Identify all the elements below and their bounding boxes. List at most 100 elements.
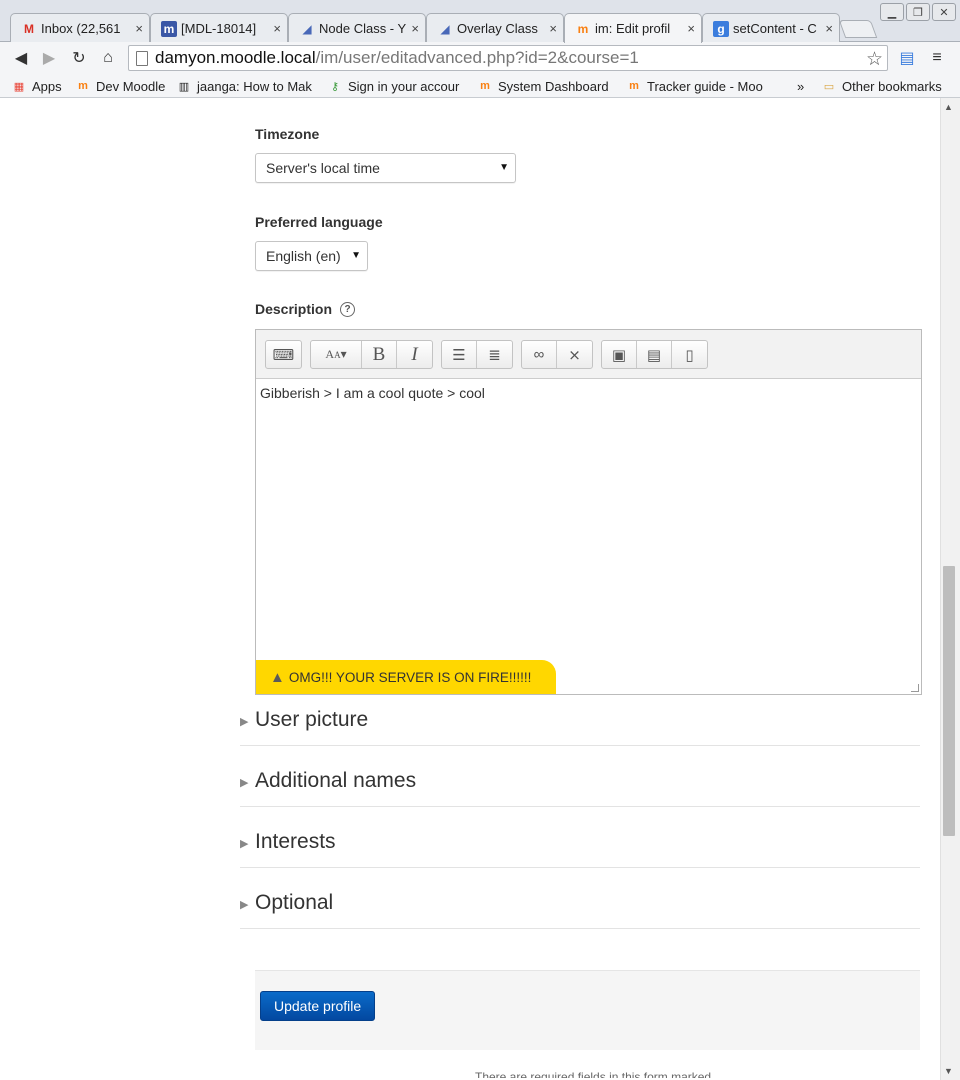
tab-label: Node Class - Y bbox=[319, 21, 407, 36]
extension-icon[interactable]: ▤ bbox=[896, 47, 918, 69]
page-icon bbox=[136, 51, 148, 66]
tab-label: im: Edit profil bbox=[595, 21, 671, 36]
bookmark-star-icon[interactable]: ☆ bbox=[866, 48, 883, 70]
tab-edit-profile[interactable]: m im: Edit profil × bbox=[564, 13, 702, 43]
minimize-icon[interactable]: ▁ bbox=[880, 3, 904, 21]
bookmarks-bar: ▦ Apps m Dev Moodle ▥ jaanga: How to Mak… bbox=[0, 74, 960, 98]
expand-triangle-icon: ▶ bbox=[240, 838, 249, 850]
tab-label: Inbox (22,561 bbox=[41, 21, 121, 36]
moodle-icon: m bbox=[577, 21, 589, 36]
section-interests[interactable]: ▶ Interests bbox=[240, 826, 920, 868]
toolbar-group-lists: ☰ ≣ bbox=[441, 340, 513, 369]
key-icon: ⚷ bbox=[330, 80, 340, 93]
tab-setcontent[interactable]: g setContent - C × bbox=[702, 13, 840, 43]
section-optional[interactable]: ▶ Optional bbox=[240, 887, 920, 929]
tab-inbox[interactable]: M Inbox (22,561 × bbox=[10, 13, 150, 43]
moodle-tracker-icon: m bbox=[161, 20, 177, 37]
other-bookmarks[interactable]: ▭ Other bookmarks bbox=[822, 78, 942, 94]
bookmark-jaanga[interactable]: ▥ jaanga: How to Mak bbox=[177, 78, 317, 94]
bookmark-apps[interactable]: ▦ Apps bbox=[12, 78, 62, 94]
timezone-select[interactable]: Server's local time ▼ bbox=[255, 153, 516, 183]
tab-mdl-18014[interactable]: m [MDL-18014] × bbox=[150, 13, 288, 43]
close-icon[interactable]: × bbox=[273, 21, 281, 36]
moodle-icon: m bbox=[480, 80, 490, 92]
gmail-icon: M bbox=[24, 21, 34, 36]
reload-icon[interactable]: ↻ bbox=[68, 47, 90, 69]
address-host: damyon.moodle.local bbox=[155, 48, 316, 67]
bookmarks-overflow-button[interactable]: » bbox=[797, 78, 804, 94]
description-label: Description bbox=[255, 301, 333, 317]
scrollbar-thumb[interactable] bbox=[943, 566, 955, 836]
close-icon[interactable]: × bbox=[411, 21, 419, 36]
section-title: Interests bbox=[255, 830, 336, 853]
bookmark-dev-moodle[interactable]: m Dev Moodle bbox=[76, 78, 165, 94]
scroll-up-icon[interactable]: ▲ bbox=[944, 102, 953, 112]
bookmark-label: System Dashboard bbox=[498, 78, 609, 94]
moodle-icon: m bbox=[78, 80, 88, 92]
page-viewport: Timezone Server's local time ▼ Preferred… bbox=[0, 98, 940, 1080]
italic-icon[interactable]: I bbox=[397, 341, 432, 368]
window-close-icon[interactable]: ✕ bbox=[932, 3, 956, 21]
link-icon[interactable]: ∞ bbox=[522, 341, 557, 368]
bookmark-system-dashboard[interactable]: m System Dashboard bbox=[478, 78, 609, 94]
keyboard-icon[interactable]: ⌨ bbox=[266, 341, 301, 368]
barcode-icon: ▥ bbox=[178, 80, 190, 93]
page-scrollbar[interactable]: ▲ ▼ bbox=[940, 98, 960, 1080]
section-title: Additional names bbox=[255, 769, 417, 792]
section-additional-names[interactable]: ▶ Additional names bbox=[240, 765, 920, 807]
tab-label: [MDL-18014] bbox=[181, 21, 257, 36]
resize-handle-icon[interactable] bbox=[911, 684, 919, 692]
section-title: Optional bbox=[255, 891, 334, 914]
menu-icon[interactable]: ≡ bbox=[926, 47, 948, 69]
form-actions: Update profile bbox=[255, 970, 920, 1050]
section-user-picture[interactable]: ▶ User picture bbox=[240, 704, 920, 746]
bookmark-tracker-guide[interactable]: m Tracker guide - Moo bbox=[627, 78, 767, 94]
unlink-icon[interactable]: ⨯ bbox=[557, 341, 592, 368]
bold-icon[interactable]: B bbox=[362, 341, 397, 368]
dropdown-caret-icon: ▼ bbox=[499, 162, 509, 173]
toolbar-group-links: ∞ ⨯ bbox=[521, 340, 593, 369]
ordered-list-icon[interactable]: ≣ bbox=[477, 341, 512, 368]
bookmark-label: Apps bbox=[32, 78, 62, 94]
address-bar[interactable]: damyon.moodle.local/im/user/editadvanced… bbox=[128, 45, 888, 71]
address-path: /im/user/editadvanced.php?id=2&course=1 bbox=[315, 48, 639, 67]
help-icon[interactable]: ? bbox=[340, 301, 356, 317]
bookmark-label: Sign in your accour bbox=[348, 78, 460, 94]
scroll-down-icon[interactable]: ▼ bbox=[944, 1066, 953, 1076]
media-icon[interactable]: ▤ bbox=[637, 341, 672, 368]
timezone-value: Server's local time bbox=[266, 160, 380, 176]
tab-label: Overlay Class bbox=[457, 21, 538, 36]
close-icon[interactable]: × bbox=[687, 21, 695, 36]
editor-content[interactable]: Gibberish > I am a cool quote > cool bbox=[260, 385, 485, 401]
moodle-icon: m bbox=[629, 80, 639, 92]
home-icon[interactable]: ⌂ bbox=[97, 47, 119, 69]
bookmark-sign-in[interactable]: ⚷ Sign in your accour bbox=[328, 78, 466, 94]
toolbar-group-style: A A ▾ B I bbox=[310, 340, 433, 369]
close-icon[interactable]: × bbox=[135, 21, 143, 36]
update-profile-button[interactable]: Update profile bbox=[260, 991, 376, 1021]
toolbar-group-collapse: ⌨ bbox=[265, 340, 302, 369]
image-icon[interactable]: ▣ bbox=[602, 341, 637, 368]
yui-icon: ◢ bbox=[302, 21, 312, 36]
tab-node-class[interactable]: ◢ Node Class - Y × bbox=[288, 13, 426, 43]
warning-banner: ▲ OMG!!! YOUR SERVER IS ON FIRE!!!!!! bbox=[256, 660, 556, 694]
dropdown-caret-icon: ▼ bbox=[351, 250, 361, 261]
tab-overlay-class[interactable]: ◢ Overlay Class × bbox=[426, 13, 564, 43]
unordered-list-icon[interactable]: ☰ bbox=[442, 341, 477, 368]
expand-triangle-icon: ▶ bbox=[240, 777, 249, 789]
editor-toolbar: ⌨ A A ▾ B I ☰ ≣ ∞ ⨯ ▣ ▤ ▯ bbox=[256, 330, 921, 379]
back-arrow-icon[interactable]: ◀ bbox=[10, 47, 32, 69]
close-icon[interactable]: × bbox=[549, 21, 557, 36]
restore-icon[interactable]: ❐ bbox=[906, 3, 930, 21]
forward-arrow-icon[interactable]: ▶ bbox=[38, 47, 60, 69]
description-editor: ⌨ A A ▾ B I ☰ ≣ ∞ ⨯ ▣ ▤ ▯ Gibberish > I am… bbox=[255, 329, 922, 695]
font-style-icon[interactable]: A A ▾ bbox=[311, 341, 362, 368]
close-icon[interactable]: × bbox=[825, 21, 833, 36]
language-select[interactable]: English (en) ▼ bbox=[255, 241, 368, 271]
language-value: English (en) bbox=[266, 248, 341, 264]
new-tab-button[interactable] bbox=[838, 20, 878, 38]
bookmark-label: jaanga: How to Mak bbox=[197, 78, 312, 94]
expand-triangle-icon: ▶ bbox=[240, 716, 249, 728]
file-icon[interactable]: ▯ bbox=[672, 341, 707, 368]
required-fields-note: There are required fields in this form m… bbox=[475, 1070, 712, 1078]
